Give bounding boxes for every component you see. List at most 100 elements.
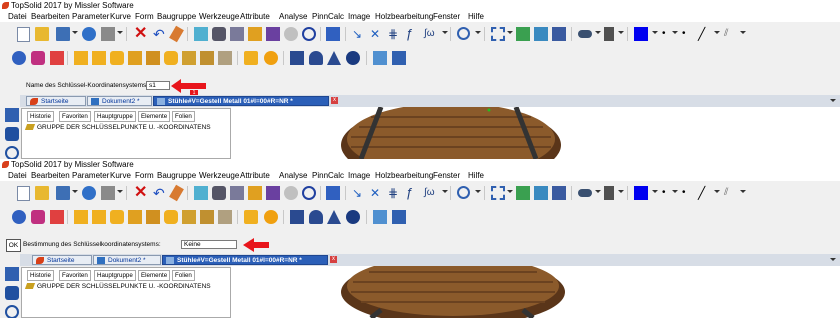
cylinder-icon[interactable] <box>50 210 64 224</box>
filter-icon[interactable] <box>194 27 208 41</box>
menu-werkzeuge[interactable]: Werkzeuge <box>199 11 239 22</box>
pencil-ruler-icon[interactable] <box>248 186 262 200</box>
chevron-down-icon[interactable] <box>117 190 123 193</box>
bend-icon[interactable]: ⋕ <box>388 27 402 41</box>
tab-stuehle[interactable]: Stühle#V=Gestell Metall 01#I=00#R=NR * <box>153 96 329 106</box>
line-icon[interactable]: ╱ <box>698 186 712 200</box>
menu-form[interactable]: Form <box>135 11 154 22</box>
box-icon[interactable] <box>74 51 88 65</box>
menu-kurve[interactable]: Kurve <box>110 170 131 181</box>
subtab-folien[interactable]: Folien <box>172 270 195 281</box>
part5-icon[interactable] <box>164 210 178 224</box>
part3-icon[interactable] <box>128 210 142 224</box>
tree-item[interactable]: GRUPPE DER SCHLÜSSELPUNKTE U. -KOORDINAT… <box>24 282 211 291</box>
cylinder-icon[interactable] <box>309 51 323 65</box>
signature-icon[interactable]: ƒ <box>406 186 420 200</box>
new-doc-icon[interactable] <box>17 27 30 42</box>
part-icon[interactable] <box>92 51 106 65</box>
chevron-down-icon[interactable] <box>740 31 746 34</box>
part4-icon[interactable] <box>146 210 160 224</box>
part4-icon[interactable] <box>146 51 160 65</box>
target-icon[interactable] <box>5 146 19 159</box>
dot-icon[interactable]: • <box>662 186 676 200</box>
delete-icon[interactable]: ✕ <box>134 185 148 201</box>
chevron-down-icon[interactable] <box>740 190 746 193</box>
menu-hilfe[interactable]: Hilfe <box>468 11 484 22</box>
magnet-icon[interactable] <box>284 186 298 200</box>
hatch-icon[interactable]: ⫽ <box>724 186 738 200</box>
close-tab-icon[interactable]: x <box>330 256 337 263</box>
menu-baugruppe[interactable]: Baugruppe <box>157 170 196 181</box>
chevron-down-icon[interactable] <box>475 31 481 34</box>
part5-icon[interactable] <box>164 51 178 65</box>
subtab-historie[interactable]: Historie <box>27 270 54 281</box>
info-icon[interactable] <box>82 186 96 200</box>
target-icon[interactable] <box>5 305 19 318</box>
tab-startseite[interactable]: Startseite <box>32 255 92 265</box>
delete-icon[interactable]: ✕ <box>134 26 148 42</box>
car-icon[interactable] <box>212 186 226 200</box>
sliders-icon[interactable] <box>230 27 244 41</box>
part-icon[interactable] <box>92 210 106 224</box>
3d-viewport[interactable] <box>231 107 840 159</box>
grid2-icon[interactable] <box>392 51 406 65</box>
menu-kurve[interactable]: Kurve <box>110 11 131 22</box>
open-folder-icon[interactable] <box>35 186 49 200</box>
menu-werkzeuge[interactable]: Werkzeuge <box>199 170 239 181</box>
cone-icon[interactable] <box>327 210 341 224</box>
glasses-icon[interactable] <box>578 30 592 38</box>
color-icon[interactable] <box>634 186 648 200</box>
coordinate-system-name-input[interactable] <box>146 81 170 90</box>
chevron-down-icon[interactable] <box>507 31 513 34</box>
zoom-window-icon[interactable] <box>491 186 505 200</box>
3d-viewport[interactable] <box>231 266 840 318</box>
menu-datei[interactable]: Datei <box>8 11 27 22</box>
part10-icon[interactable] <box>264 51 278 65</box>
cube-icon[interactable] <box>5 286 19 300</box>
part9-icon[interactable] <box>244 210 258 224</box>
menu-attribute[interactable]: Attribute <box>240 11 270 22</box>
menu-baugruppe[interactable]: Baugruppe <box>157 11 196 22</box>
chevron-down-icon[interactable] <box>618 31 624 34</box>
chevron-down-icon[interactable] <box>714 190 720 193</box>
measure-icon[interactable] <box>302 27 316 41</box>
part6-icon[interactable] <box>182 210 196 224</box>
menu-fenster[interactable]: Fenster <box>433 170 460 181</box>
tab-startseite[interactable]: Startseite <box>26 96 86 106</box>
view-icon[interactable] <box>516 186 530 200</box>
subtab-folien[interactable]: Folien <box>172 111 195 122</box>
sphere-icon[interactable] <box>12 210 26 224</box>
zoom-icon[interactable] <box>457 27 470 40</box>
view2-icon[interactable] <box>534 27 548 41</box>
chevron-down-icon[interactable] <box>117 31 123 34</box>
tool-icon[interactable] <box>5 108 19 122</box>
part10-icon[interactable] <box>264 210 278 224</box>
chevron-down-icon[interactable] <box>714 31 720 34</box>
part2-icon[interactable] <box>110 51 124 65</box>
cut-icon[interactable]: ↘ <box>352 186 366 200</box>
part11-icon[interactable] <box>290 51 304 65</box>
chevron-down-icon[interactable] <box>618 190 624 193</box>
subtab-favoriten[interactable]: Favoriten <box>59 270 91 281</box>
bend-icon[interactable]: ⋕ <box>388 186 402 200</box>
chevron-down-icon[interactable] <box>830 258 836 261</box>
tool-icon[interactable] <box>5 267 19 281</box>
torus-icon[interactable] <box>346 210 360 224</box>
dimension-icon[interactable]: ✕ <box>370 27 384 41</box>
undo-icon[interactable]: ↶ <box>153 186 167 200</box>
dimension-icon[interactable]: ✕ <box>370 186 384 200</box>
cube-icon[interactable] <box>31 210 45 224</box>
chevron-down-icon[interactable] <box>830 99 836 102</box>
part8-icon[interactable] <box>218 51 232 65</box>
part9-icon[interactable] <box>244 51 258 65</box>
subtab-hauptgruppe[interactable]: Hauptgruppe <box>94 111 136 122</box>
cylinder-icon[interactable] <box>309 210 323 224</box>
chevron-down-icon[interactable] <box>442 31 448 34</box>
chevron-down-icon[interactable] <box>442 190 448 193</box>
undo-icon[interactable]: ↶ <box>153 27 167 41</box>
box-icon[interactable] <box>74 210 88 224</box>
view-icon[interactable] <box>516 27 530 41</box>
sphere-icon[interactable] <box>12 51 26 65</box>
tab-stuehle[interactable]: Stühle#V=Gestell Metall 01#I=00#R=NR * <box>162 255 328 265</box>
part2-icon[interactable] <box>110 210 124 224</box>
